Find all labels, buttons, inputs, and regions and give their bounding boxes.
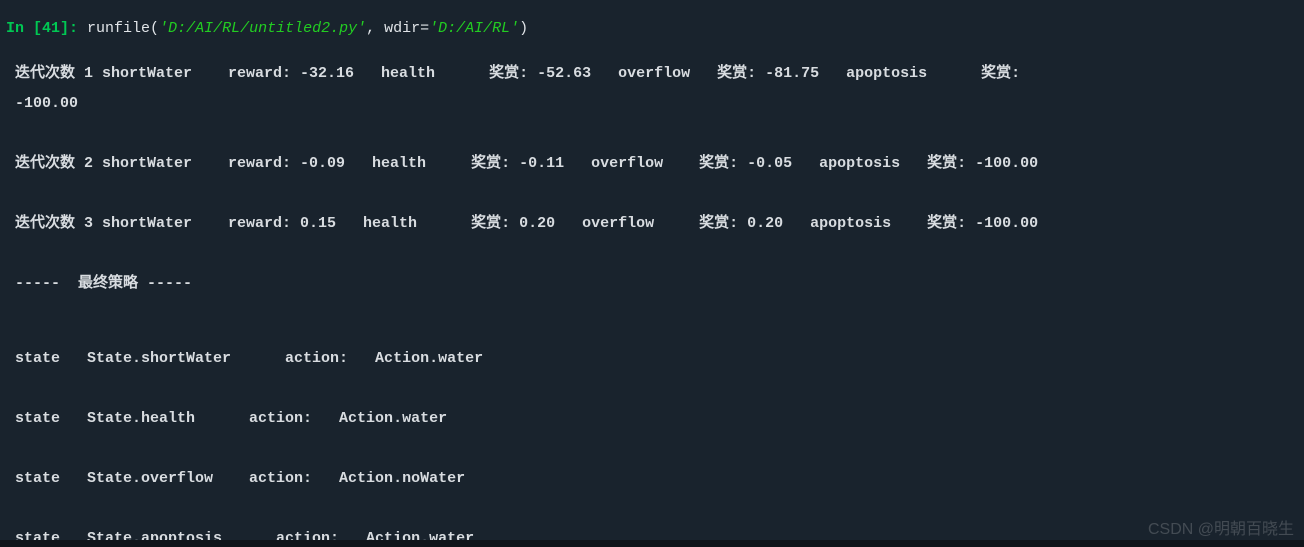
code-close: ) — [519, 20, 528, 37]
bottom-strip — [0, 540, 1304, 547]
output-iter2: 迭代次数 2 shortWater reward: -0.09 health 奖… — [6, 156, 1298, 171]
output-policy-2: state State.health action: Action.water — [6, 411, 1298, 426]
console-input[interactable] — [100, 502, 1280, 522]
output-policy-3: state State.overflow action: Action.noWa… — [6, 471, 1298, 486]
code-sep: , wdir= — [366, 20, 429, 37]
output-iter1-b: -100.00 — [6, 96, 1298, 111]
output-iter1-a: 迭代次数 1 shortWater reward: -32.16 health … — [6, 66, 1298, 81]
output-iter3: 迭代次数 3 shortWater reward: 0.15 health 奖赏… — [6, 216, 1298, 231]
output-policy-header: ----- 最终策略 ----- — [6, 276, 1298, 291]
output-policy-1: state State.shortWater action: Action.wa… — [6, 351, 1298, 366]
prompt-in-prefix: In [ — [6, 20, 42, 37]
code-arg-wdir: 'D:/AI/RL' — [429, 20, 519, 37]
prompt-in-number: 41 — [42, 20, 60, 37]
input-cell-41: In [41]: runfile('D:/AI/RL/untitled2.py'… — [6, 21, 1298, 36]
prompt-in-suffix: ]: — [60, 20, 87, 37]
code-runfile-call: runfile( — [87, 20, 159, 37]
code-arg-filepath: 'D:/AI/RL/untitled2.py' — [159, 20, 366, 37]
ipython-console: In [41]: runfile('D:/AI/RL/untitled2.py'… — [0, 0, 1304, 547]
